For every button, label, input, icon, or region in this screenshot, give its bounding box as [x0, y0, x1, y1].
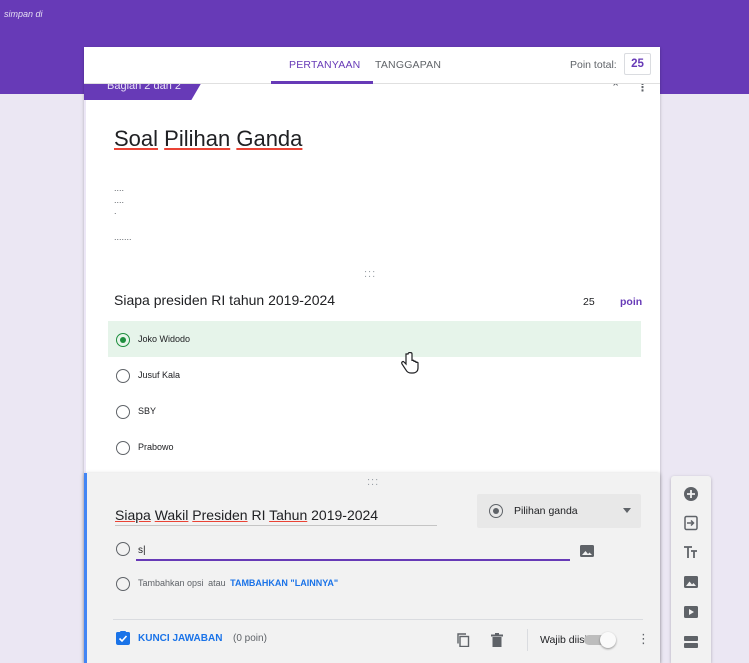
- section-description-line: .......: [114, 232, 132, 242]
- question-2-word: Tahun: [269, 507, 308, 523]
- vertical-dots-icon[interactable]: ⋮: [637, 631, 650, 647]
- radio-unchecked-icon: [116, 542, 130, 556]
- delete-icon[interactable]: [491, 633, 503, 647]
- section-edge: [84, 100, 86, 475]
- section-icon[interactable]: [683, 634, 699, 650]
- radio-unchecked-icon: [116, 577, 130, 591]
- caret-down-icon: [623, 508, 631, 513]
- toolbar-separator: [527, 629, 528, 651]
- drag-handle-icon[interactable]: :::: [367, 476, 379, 488]
- section-title-word: Pilihan: [164, 126, 231, 151]
- active-question-card[interactable]: ::: Siapa Wakil Presiden RI Tahun 2019-2…: [84, 473, 660, 663]
- option-label: Jusuf Kala: [138, 370, 181, 380]
- tab-questions[interactable]: PERTANYAAN: [289, 59, 360, 71]
- question-2-word: Wakil: [154, 507, 189, 523]
- radio-checked-icon: [116, 333, 130, 347]
- question-2-word: 2019-2024: [311, 507, 379, 523]
- section-description-line: ....: [114, 183, 125, 193]
- question-type-dropdown[interactable]: Pilihan ganda: [477, 494, 641, 528]
- total-points-value[interactable]: 25: [624, 53, 651, 75]
- editor-tabs-bar: PERTANYAAN TANGGAPAN Poin total: 25: [84, 47, 660, 84]
- or-text: atau: [208, 578, 226, 588]
- section-title-word: Soal: [114, 126, 159, 151]
- question-type-label: Pilihan ganda: [514, 505, 578, 517]
- option-label: SBY: [138, 406, 157, 416]
- option-label: Joko Widodo: [138, 334, 191, 344]
- question-2-word: RI: [251, 507, 266, 523]
- question-2-word: Siapa: [115, 507, 151, 523]
- option-label: Prabowo: [138, 442, 174, 452]
- question-2-word: Presiden: [192, 507, 248, 523]
- image-icon[interactable]: [683, 574, 699, 590]
- answer-key-button[interactable]: KUNCI JAWABAN: [138, 633, 222, 644]
- add-option-row: Tambahkan opsi atau TAMBAHKAN "LAINNYA": [138, 578, 338, 588]
- import-icon[interactable]: [683, 515, 699, 531]
- question-1-title[interactable]: Siapa presiden RI tahun 2019-2024: [114, 292, 335, 308]
- card-divider: [113, 619, 643, 620]
- radio-unchecked-icon: [116, 369, 130, 383]
- duplicate-icon[interactable]: [456, 633, 470, 647]
- required-label: Wajib diisi: [540, 634, 587, 646]
- add-option-link[interactable]: Tambahkan opsi: [138, 578, 204, 588]
- radio-unchecked-icon: [116, 405, 130, 419]
- radio-unchecked-icon: [116, 441, 130, 455]
- total-points-label: Poin total:: [570, 59, 617, 71]
- question-2-underline: [115, 525, 437, 526]
- add-other-link[interactable]: TAMBAHKAN "LAINNYA": [230, 578, 338, 588]
- section-description-line: ....: [114, 195, 125, 205]
- video-icon[interactable]: [683, 604, 699, 620]
- required-toggle-thumb[interactable]: [600, 632, 616, 648]
- section-title-word: Ganda: [236, 126, 303, 151]
- drag-handle-icon[interactable]: :::: [364, 268, 376, 280]
- section-description-line: .: [114, 206, 117, 216]
- image-icon[interactable]: [580, 545, 594, 557]
- option-text-input[interactable]: [136, 542, 570, 561]
- tab-responses[interactable]: TANGGAPAN: [375, 59, 441, 71]
- question-1-points-unit: poin: [620, 296, 643, 308]
- hand-pointer-icon: [401, 352, 419, 374]
- answer-key-points: (0 poin): [233, 633, 267, 644]
- title-icon[interactable]: [683, 544, 699, 560]
- radio-button-icon: [489, 504, 503, 518]
- floating-toolbar: [671, 476, 711, 663]
- saved-status-text: simpan di: [4, 9, 43, 19]
- question-1-points: 25: [583, 296, 595, 308]
- section-title[interactable]: Soal Pilihan Ganda: [114, 126, 302, 152]
- answer-key-icon[interactable]: [116, 631, 130, 645]
- active-tab-indicator: [271, 81, 373, 84]
- add-circle-icon[interactable]: [683, 486, 699, 502]
- question-2-title[interactable]: Siapa Wakil Presiden RI Tahun 2019-2024: [115, 507, 378, 523]
